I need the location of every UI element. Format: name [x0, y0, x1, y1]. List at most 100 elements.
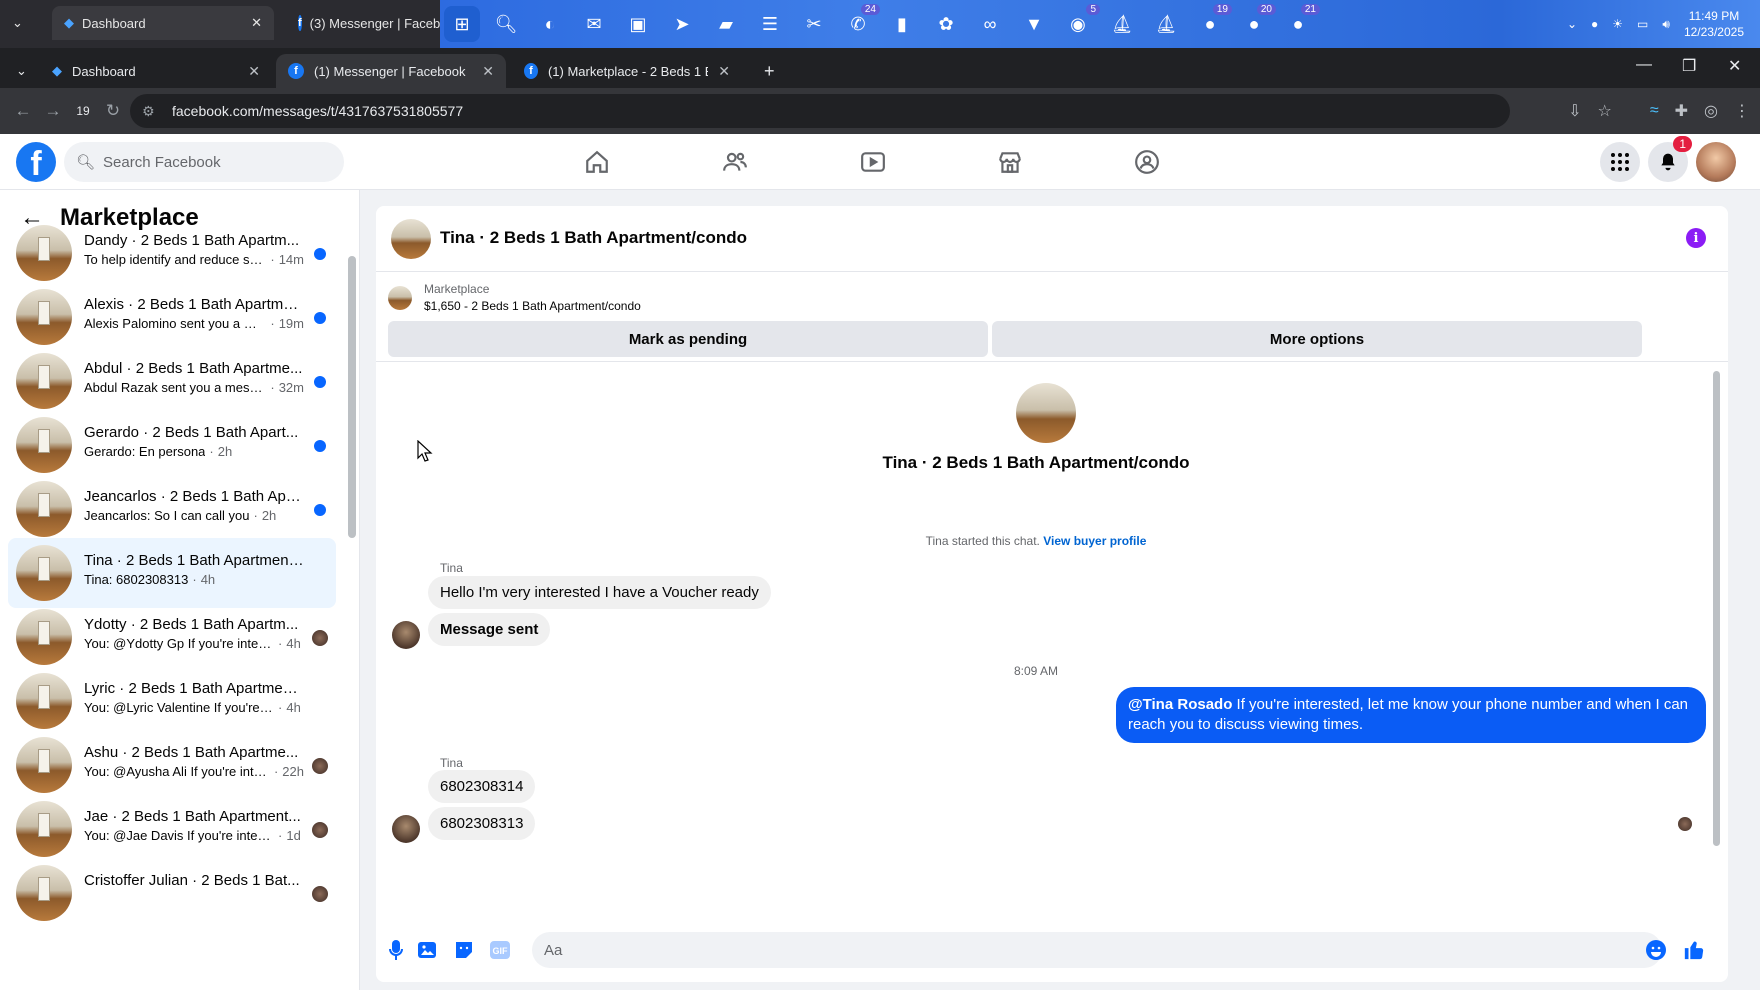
- tab-marketplace[interactable]: f (1) Marketplace - 2 Beds 1 Bath ✕: [512, 54, 742, 88]
- menu-grid-icon[interactable]: [1600, 142, 1640, 182]
- conversation-item[interactable]: Cristoffer Julian · 2 Beds 1 Bat...: [8, 858, 336, 928]
- install-icon[interactable]: ⇩: [1568, 101, 1581, 121]
- os-tab-dashboard[interactable]: ◆ Dashboard ✕: [52, 6, 274, 40]
- star-icon[interactable]: ☆: [1598, 101, 1612, 121]
- conversation-item[interactable]: Ydotty · 2 Beds 1 Bath Apartm... You: @Yd…: [8, 602, 336, 672]
- conversation-item[interactable]: Jeancarlos · 2 Beds 1 Bath Apa... Jeancar…: [8, 474, 336, 544]
- telegram-icon[interactable]: ➤: [664, 6, 700, 42]
- account-avatar[interactable]: [1696, 142, 1736, 182]
- profile-app-19-icon[interactable]: ● 19: [1192, 4, 1232, 42]
- microphone-icon[interactable]: [384, 938, 408, 962]
- chat-title[interactable]: Tina · 2 Beds 1 Bath Apartment/condo: [440, 228, 747, 248]
- sticker-icon[interactable]: [452, 938, 476, 962]
- color-app-icon[interactable]: ✿: [928, 6, 964, 42]
- conversation-item[interactable]: Jae · 2 Beds 1 Bath Apartment... You: @Ja…: [8, 794, 336, 864]
- reload-icon[interactable]: ↻: [98, 101, 128, 121]
- conversation-item[interactable]: Tina · 2 Beds 1 Bath Apartment/... Tina: …: [8, 538, 336, 608]
- chrome-icon[interactable]: ◉ 5: [1060, 4, 1100, 42]
- restore-icon[interactable]: ❐: [1682, 56, 1696, 76]
- os-tab-dropdown[interactable]: ⌄: [0, 6, 35, 40]
- tab-search-button[interactable]: ⌄: [4, 54, 38, 88]
- volume-icon[interactable]: 🔊︎: [1662, 17, 1670, 32]
- incoming-message[interactable]: 6802308314: [428, 770, 536, 803]
- extension-wave-icon[interactable]: ≈: [1650, 102, 1659, 120]
- close-icon[interactable]: ✕: [718, 63, 730, 80]
- tina-avatar[interactable]: [392, 815, 420, 843]
- tab-messenger[interactable]: f (1) Messenger | Facebook ✕: [276, 54, 506, 88]
- store-icon[interactable]: ▣: [620, 6, 656, 42]
- extensions-icon[interactable]: ✚: [1675, 101, 1688, 121]
- sidebar-scrollbar[interactable]: [348, 256, 356, 538]
- lock-app-icon[interactable]: ▮: [884, 6, 920, 42]
- gif-icon[interactable]: GIF: [488, 938, 512, 962]
- menu-icon[interactable]: ⋮: [1734, 101, 1750, 121]
- more-options-button[interactable]: More options: [992, 321, 1642, 357]
- clock[interactable]: 11:49 PM 12/23/2025: [1684, 8, 1744, 40]
- conversation-item[interactable]: Ashu · 2 Beds 1 Bath Apartme... You: @Ayu…: [8, 730, 336, 800]
- brave-icon[interactable]: ▼: [1016, 6, 1052, 42]
- incoming-message[interactable]: Hello I'm very interested I have a Vouch…: [428, 576, 771, 609]
- chat-scrollbar[interactable]: [1713, 371, 1720, 846]
- view-buyer-profile-link[interactable]: View buyer profile: [1043, 534, 1146, 548]
- infinity-app-icon[interactable]: ∞: [972, 6, 1008, 42]
- edge-app-icon[interactable]: ◐: [532, 6, 568, 42]
- new-tab-button[interactable]: +: [752, 54, 784, 88]
- conversation-item[interactable]: Dandy · 2 Beds 1 Bath Apartm... To help i…: [8, 218, 336, 288]
- marketplace-icon[interactable]: [990, 142, 1030, 182]
- home-icon[interactable]: [577, 142, 617, 182]
- whatsapp-icon[interactable]: ✆ 24: [840, 4, 880, 42]
- close-icon[interactable]: ✕: [482, 63, 494, 80]
- conversation-name: Tina · 2 Beds 1 Bath Apartment/...: [84, 552, 304, 569]
- back-icon[interactable]: ←: [8, 101, 38, 121]
- forward-icon[interactable]: →: [38, 101, 68, 121]
- network-icon[interactable]: ●: [1591, 17, 1598, 31]
- incoming-message[interactable]: 6802308313: [428, 807, 536, 840]
- conversation-item[interactable]: Alexis · 2 Beds 1 Bath Apartme... Alexis …: [8, 282, 336, 352]
- minimize-icon[interactable]: —: [1636, 56, 1652, 74]
- incoming-message[interactable]: Message sent: [428, 613, 551, 646]
- info-icon[interactable]: i: [1686, 228, 1706, 248]
- os-tab-messenger[interactable]: f (3) Messenger | Facebook: [286, 6, 440, 40]
- tina-avatar[interactable]: [392, 621, 420, 649]
- conversation-item[interactable]: Lyric · 2 Beds 1 Bath Apartment/... You: …: [8, 666, 336, 736]
- friends-icon[interactable]: [715, 142, 755, 182]
- groups-icon[interactable]: [1127, 142, 1167, 182]
- sail-app-2-icon[interactable]: ⛵︎: [1148, 6, 1184, 42]
- listing-thumbnail[interactable]: [388, 286, 412, 310]
- notepad-icon[interactable]: ☰: [752, 6, 788, 42]
- close-icon[interactable]: ✕: [251, 15, 262, 31]
- mention[interactable]: @Tina Rosado: [1128, 696, 1232, 713]
- history-count[interactable]: 19: [68, 104, 98, 118]
- sail-app-icon[interactable]: ⛵︎: [1104, 6, 1140, 42]
- close-window-icon[interactable]: ✕: [1728, 56, 1741, 76]
- close-icon[interactable]: ✕: [248, 63, 260, 80]
- listing-avatar[interactable]: [391, 219, 431, 259]
- site-settings-icon[interactable]: ⚙: [142, 103, 155, 120]
- display-icon[interactable]: ▭: [1637, 17, 1648, 31]
- search-input[interactable]: 🔍︎ Search Facebook: [64, 142, 344, 182]
- tray-chevron-icon[interactable]: ⌄: [1567, 17, 1577, 31]
- watch-icon[interactable]: [853, 142, 893, 182]
- tab-dashboard[interactable]: ◆ Dashboard ✕: [40, 54, 272, 88]
- profile-app-21-icon[interactable]: ● 21: [1280, 4, 1320, 42]
- outgoing-message[interactable]: @Tina Rosado If you're interested, let m…: [1116, 687, 1706, 743]
- message-input[interactable]: Aa: [532, 932, 1662, 968]
- notifications-bell-icon[interactable]: 1: [1648, 136, 1692, 182]
- conversation-item[interactable]: Gerardo · 2 Beds 1 Bath Apart... Gerardo:…: [8, 410, 336, 480]
- brightness-icon[interactable]: ☀: [1612, 17, 1623, 31]
- windows-start-icon[interactable]: ⊞: [444, 6, 480, 42]
- profile-app-20-icon[interactable]: ● 20: [1236, 4, 1276, 42]
- conversation-item[interactable]: Abdul · 2 Beds 1 Bath Apartme... Abdul Ra…: [8, 346, 336, 416]
- like-thumb-icon[interactable]: [1682, 938, 1706, 962]
- facebook-logo[interactable]: f: [16, 142, 56, 182]
- photo-icon[interactable]: [416, 938, 440, 962]
- outlook-icon[interactable]: ✉: [576, 6, 612, 42]
- folder-icon[interactable]: ▰: [708, 6, 744, 42]
- emoji-icon[interactable]: [1644, 938, 1668, 962]
- url-input[interactable]: ⚙ facebook.com/messages/t/43176375318055…: [130, 94, 1510, 128]
- listing-price[interactable]: $1,650 - 2 Beds 1 Bath Apartment/condo: [424, 299, 641, 313]
- tools-icon[interactable]: ✂: [796, 6, 832, 42]
- search-icon[interactable]: 🔍︎: [488, 6, 524, 42]
- profile-icon[interactable]: ◎: [1704, 101, 1718, 121]
- mark-as-pending-button[interactable]: Mark as pending: [388, 321, 988, 357]
